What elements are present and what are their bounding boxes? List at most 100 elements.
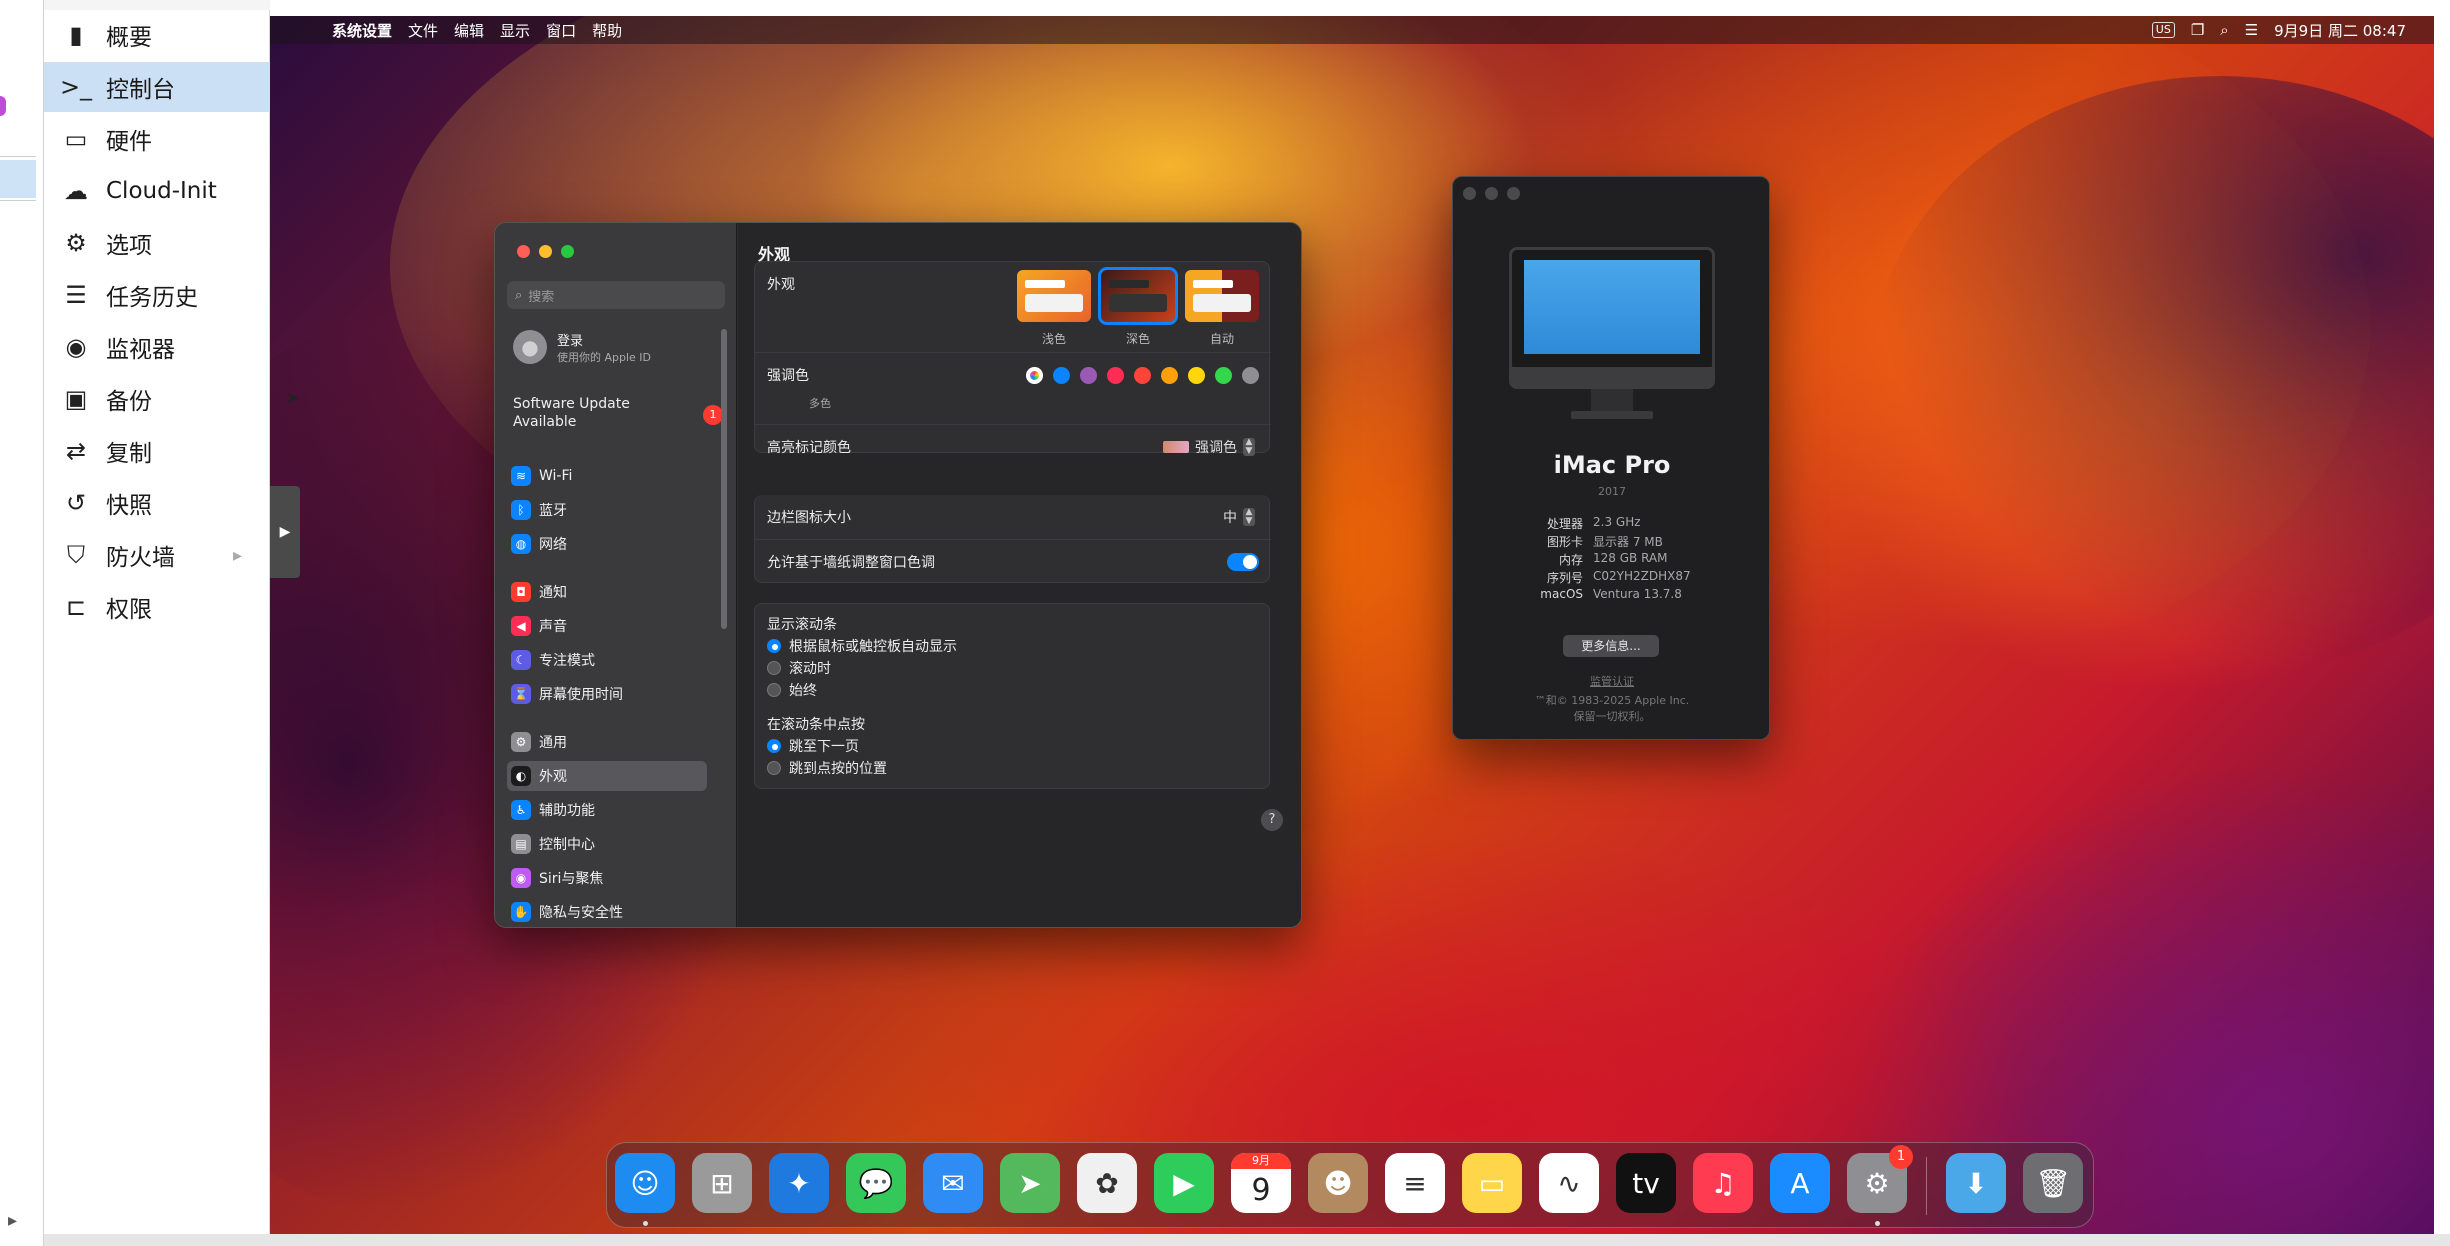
menubar-app-name[interactable]: 系统设置: [332, 20, 392, 41]
radio-button[interactable]: [767, 661, 781, 675]
menu-item-3[interactable]: ☁ Cloud-Init: [44, 166, 270, 216]
accent-color-1[interactable]: [1053, 367, 1070, 384]
contacts-icon[interactable]: ☻: [1308, 1153, 1368, 1213]
close-button[interactable]: [517, 245, 530, 258]
expand-arrow-icon[interactable]: ▸: [8, 1210, 17, 1231]
radio-button[interactable]: [767, 683, 781, 697]
vm-console-screen[interactable]: 系统设置 文件 编辑 显示 窗口 帮助 US ❐ ⌕ ☰ 9月9日 周二 08:…: [270, 16, 2434, 1234]
click-option-0[interactable]: 跳至下一页: [767, 736, 859, 756]
radio-button[interactable]: [767, 739, 781, 753]
maps-icon[interactable]: ➤: [1000, 1153, 1060, 1213]
settings-sidebar-item-1[interactable]: ᛒ 蓝牙: [507, 495, 707, 525]
settings-sidebar-item-7[interactable]: ⚙ 通用: [507, 727, 707, 757]
accent-color-3[interactable]: [1107, 367, 1124, 384]
control-center-icon[interactable]: ☰: [2245, 21, 2258, 39]
settings-sidebar-item-4[interactable]: ◀ 声音: [507, 611, 707, 641]
settings-sidebar-item-10[interactable]: ▤ 控制中心: [507, 829, 707, 859]
music-icon[interactable]: ♫: [1693, 1153, 1753, 1213]
clock[interactable]: 9月9日 周二 08:47: [2274, 20, 2406, 41]
menu-item-0[interactable]: ▮ 概要: [44, 10, 270, 60]
safari-icon[interactable]: ✦: [769, 1153, 829, 1213]
zoom-button[interactable]: [1507, 187, 1520, 200]
appstore-icon[interactable]: A: [1770, 1153, 1830, 1213]
chevron-updown-icon: ▲ ▼: [1243, 438, 1255, 456]
appearance-option-1[interactable]: 深色: [1098, 267, 1178, 346]
menu-item-5[interactable]: ☰ 任务历史: [44, 270, 270, 320]
spotlight-search-icon[interactable]: ⌕: [2220, 21, 2228, 39]
click-option-1[interactable]: 跳到点按的位置: [767, 758, 887, 778]
accent-color-8[interactable]: [1242, 367, 1259, 384]
downloads-folder-icon[interactable]: ⬇: [1946, 1153, 2006, 1213]
window-switch-icon[interactable]: ❐: [2191, 21, 2204, 39]
launchpad-icon[interactable]: ⊞: [692, 1153, 752, 1213]
highlight-select[interactable]: 强调色 ▲ ▼: [1163, 437, 1255, 457]
regulatory-link[interactable]: 监管认证: [1453, 673, 1771, 689]
settings-sidebar-item-2[interactable]: ◍ 网络: [507, 529, 707, 559]
sidebar-scrollbar[interactable]: [721, 329, 727, 629]
settings-sidebar-item-3[interactable]: ◘ 通知: [507, 577, 707, 607]
selected-node-marker[interactable]: [0, 160, 36, 198]
spec-value: 2.3 GHz: [1593, 515, 1641, 529]
calendar-icon[interactable]: 9月 9: [1231, 1153, 1291, 1213]
accent-color-6[interactable]: [1188, 367, 1205, 384]
menu-item-2[interactable]: ▭ 硬件: [44, 114, 270, 164]
settings-sidebar-item-6[interactable]: ⌛ 屏幕使用时间: [507, 679, 707, 709]
radio-button[interactable]: [767, 761, 781, 775]
scrollbar-option-0[interactable]: 根据鼠标或触控板自动显示: [767, 636, 957, 656]
settings-sidebar-item-8[interactable]: ◐ 外观: [507, 761, 707, 791]
settings-sidebar-item-9[interactable]: ♿ 辅助功能: [507, 795, 707, 825]
freeform-icon[interactable]: ∿: [1539, 1153, 1599, 1213]
scrollbar-option-2[interactable]: 始终: [767, 680, 817, 700]
expand-arrow-icon[interactable]: ▸: [233, 545, 242, 566]
menu-file[interactable]: 文件: [408, 20, 438, 41]
settings-sidebar-item-5[interactable]: ☾ 专注模式: [507, 645, 707, 675]
photos-icon[interactable]: ✿: [1077, 1153, 1137, 1213]
notes-icon[interactable]: ▭: [1462, 1153, 1522, 1213]
radio-button[interactable]: [767, 639, 781, 653]
accent-color-7[interactable]: [1215, 367, 1232, 384]
tv-icon[interactable]: tv: [1616, 1153, 1676, 1213]
menu-item-8[interactable]: ⇄ 复制: [44, 426, 270, 476]
close-button[interactable]: [1463, 187, 1476, 200]
sidebar-icon-size-select[interactable]: 中 ▲ ▼: [1223, 507, 1255, 527]
accent-color-5[interactable]: [1161, 367, 1178, 384]
facetime-icon[interactable]: ▶: [1154, 1153, 1214, 1213]
menu-item-6[interactable]: ◉ 监视器: [44, 322, 270, 372]
minimize-button[interactable]: [539, 245, 552, 258]
menu-view[interactable]: 显示: [500, 20, 530, 41]
mail-icon[interactable]: ✉: [923, 1153, 983, 1213]
settings-sidebar-item-11[interactable]: ◉ Siri与聚焦: [507, 863, 707, 893]
appearance-option-2[interactable]: 自动: [1185, 270, 1259, 346]
menu-edit[interactable]: 编辑: [454, 20, 484, 41]
software-update-item[interactable]: Software Update Available 1: [513, 395, 723, 431]
imac-icon: [1509, 247, 1715, 427]
settings-search-input[interactable]: ⌕ 搜索: [507, 281, 725, 309]
wallpaper-tint-toggle[interactable]: [1227, 553, 1259, 571]
console-sidebar-toggle[interactable]: ▶: [270, 486, 300, 578]
menu-item-1[interactable]: >_ 控制台: [44, 62, 270, 112]
zoom-button[interactable]: [561, 245, 574, 258]
settings-sidebar-item-12[interactable]: ✋ 隐私与安全性: [507, 897, 707, 927]
menu-window[interactable]: 窗口: [546, 20, 576, 41]
messages-icon[interactable]: 💬: [846, 1153, 906, 1213]
reminders-icon[interactable]: ≡: [1385, 1153, 1445, 1213]
input-source[interactable]: US: [2151, 22, 2175, 38]
accent-color-4[interactable]: [1134, 367, 1151, 384]
menu-item-7[interactable]: ▣ 备份: [44, 374, 270, 424]
menu-help[interactable]: 帮助: [592, 20, 622, 41]
more-info-button[interactable]: 更多信息...: [1563, 635, 1659, 657]
finder-icon[interactable]: ☺: [615, 1153, 675, 1213]
accent-color-0[interactable]: [1026, 367, 1043, 384]
menu-item-11[interactable]: ⊏ 权限: [44, 582, 270, 632]
minimize-button[interactable]: [1485, 187, 1498, 200]
accent-color-2[interactable]: [1080, 367, 1097, 384]
help-button[interactable]: ?: [1261, 809, 1283, 831]
appearance-option-0[interactable]: 浅色: [1017, 270, 1091, 346]
apple-id-login[interactable]: ● 登录 使用你的 Apple ID: [513, 327, 723, 367]
settings-sidebar-item-0[interactable]: ≋ Wi-Fi: [507, 461, 707, 491]
menu-item-10[interactable]: ⛉ 防火墙 ▸: [44, 530, 270, 580]
scrollbar-option-1[interactable]: 滚动时: [767, 658, 831, 678]
trash-icon[interactable]: 🗑: [2023, 1153, 2083, 1213]
menu-item-4[interactable]: ⚙ 选项: [44, 218, 270, 268]
menu-item-9[interactable]: ↺ 快照: [44, 478, 270, 528]
